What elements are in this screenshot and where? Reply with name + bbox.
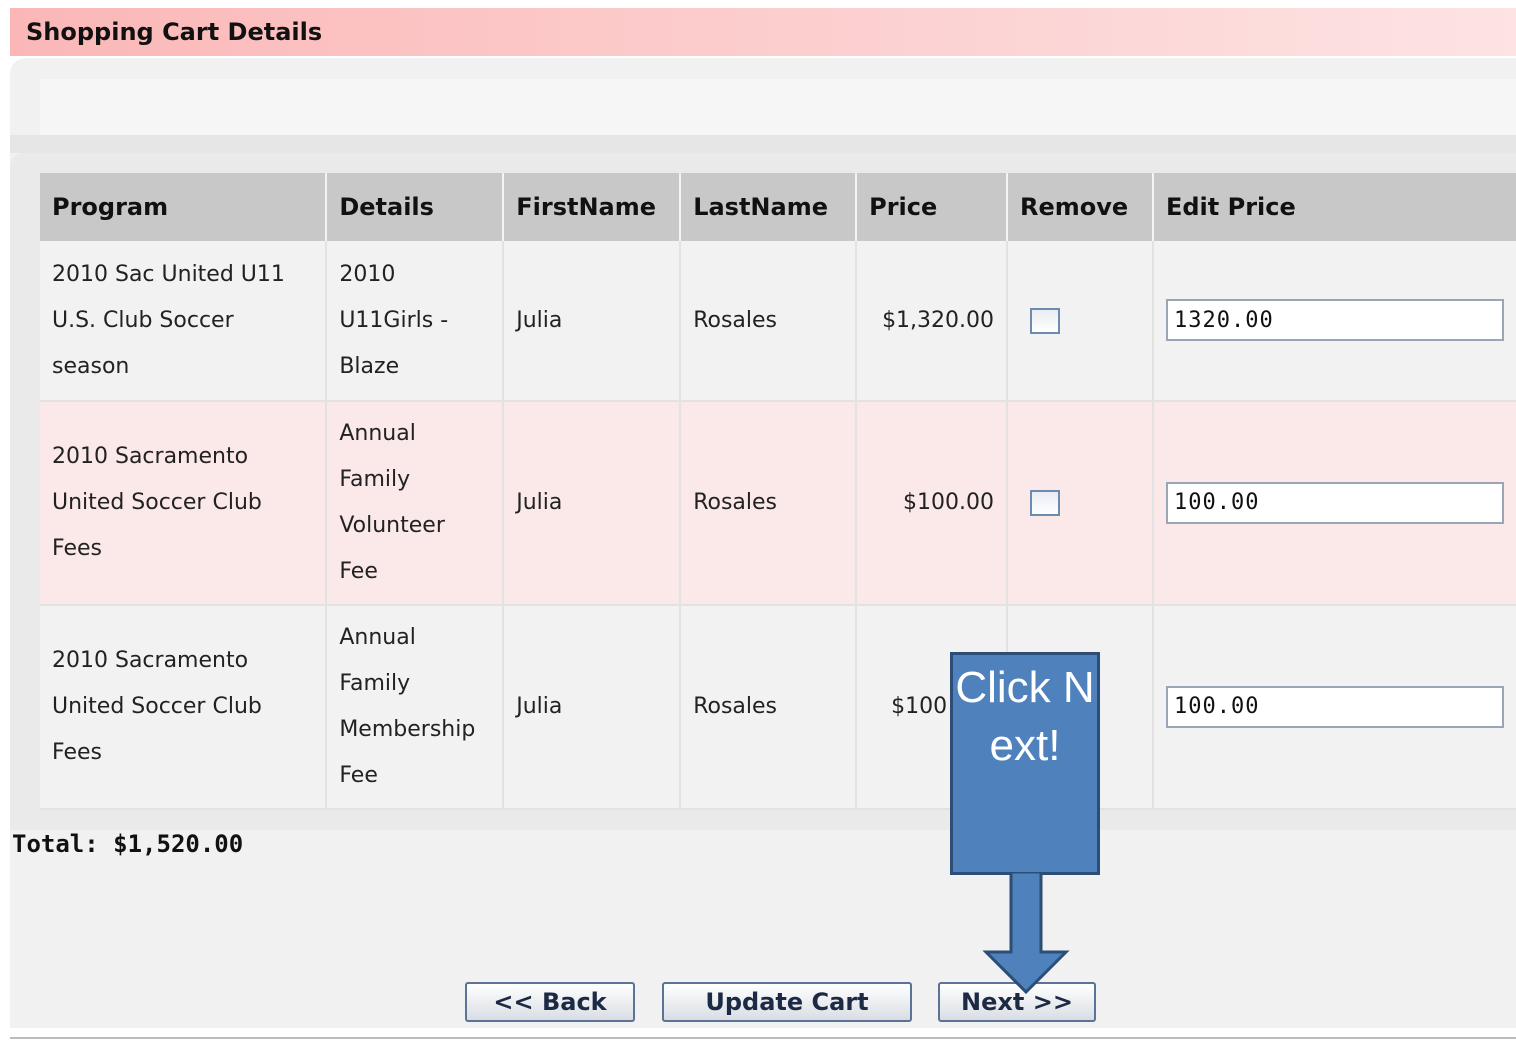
remove-checkbox[interactable]	[1030, 490, 1061, 516]
top-strip	[40, 79, 1516, 135]
update-cart-button[interactable]: Update Cart	[662, 982, 912, 1022]
header-bar: Shopping Cart Details	[10, 8, 1516, 56]
firstname-cell: Julia	[503, 605, 682, 810]
cart-total: Total: $1,520.00	[12, 830, 244, 858]
column-header-lastname: LastName	[680, 173, 858, 241]
table-header-row: Program Details FirstName LastName Price…	[40, 173, 1516, 241]
firstname-cell: Julia	[503, 241, 682, 402]
program-cell: 2010 Sacramento United Soccer Club Fees	[40, 401, 328, 606]
column-header-remove: Remove	[1007, 173, 1154, 241]
program-cell: 2010 Sacramento United Soccer Club Fees	[40, 605, 328, 810]
lastname-cell: Rosales	[680, 401, 858, 606]
strip-divider	[10, 135, 1516, 153]
page-title: Shopping Cart Details	[26, 18, 323, 46]
column-header-firstname: FirstName	[503, 173, 682, 241]
table-row: 2010 Sacramento United Soccer Club Fees An…	[40, 605, 1516, 810]
cart-table: Program Details FirstName LastName Price…	[40, 173, 1516, 810]
price-cell: $100.00	[856, 401, 1009, 606]
lastname-cell: Rosales	[680, 241, 858, 402]
click-next-callout: Click Next!	[950, 652, 1100, 875]
column-header-price: Price	[856, 173, 1009, 241]
remove-cell	[1007, 241, 1154, 402]
price-cell: $1,320.00	[856, 241, 1009, 402]
column-header-edit-price: Edit Price	[1152, 173, 1516, 241]
firstname-cell: Julia	[503, 401, 682, 606]
down-arrow-icon	[982, 872, 1070, 994]
table-row: 2010 Sac United U11 U.S. Club Soccer seaso…	[40, 241, 1516, 402]
remove-cell	[1007, 401, 1154, 606]
edit-price-cell	[1152, 241, 1516, 402]
bottom-divider	[10, 1037, 1516, 1039]
column-header-details: Details	[326, 173, 505, 241]
edit-price-input[interactable]	[1165, 299, 1504, 341]
edit-price-cell	[1152, 605, 1516, 810]
edit-price-input[interactable]	[1165, 685, 1504, 728]
column-header-program: Program	[40, 173, 328, 241]
details-cell: 2010 U11Girls - Blaze	[326, 241, 505, 402]
lastname-cell: Rosales	[680, 605, 858, 810]
remove-checkbox[interactable]	[1030, 307, 1061, 334]
program-cell: 2010 Sac United U11 U.S. Club Soccer seaso…	[40, 241, 328, 402]
edit-price-input[interactable]	[1165, 481, 1504, 524]
back-button[interactable]: << Back	[465, 982, 635, 1022]
details-cell: Annual Family Volunteer Fee	[326, 401, 505, 606]
details-cell: Annual Family Membership Fee	[326, 605, 505, 810]
table-row: 2010 Sacramento United Soccer Club Fees An…	[40, 401, 1516, 606]
edit-price-cell	[1152, 401, 1516, 606]
